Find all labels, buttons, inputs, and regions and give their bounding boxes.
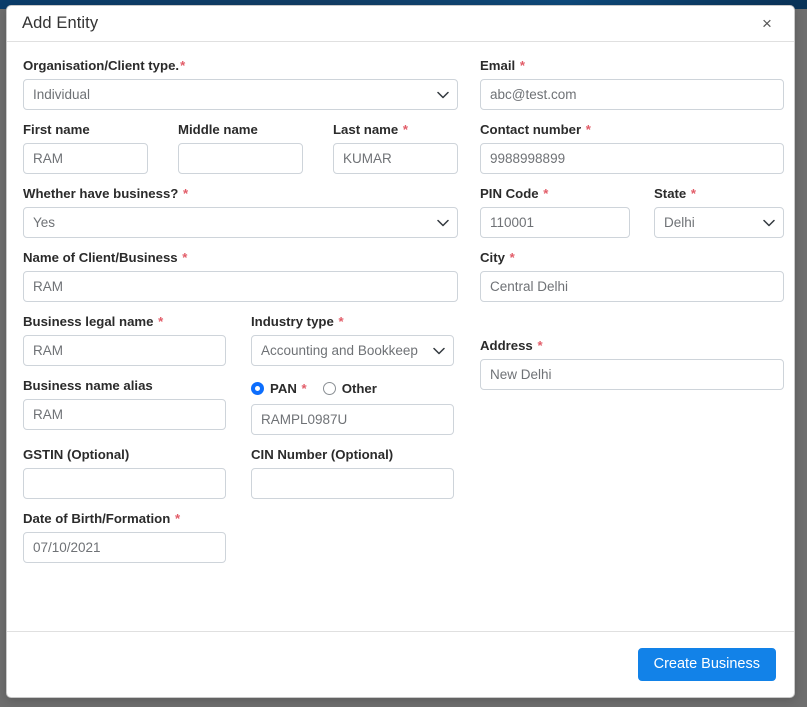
label-state: State * xyxy=(654,186,697,201)
business-legal-name-input[interactable]: RAM xyxy=(23,335,226,366)
label-org-type: Organisation/Client type.* xyxy=(23,58,186,73)
label-client-business-name: Name of Client/Business * xyxy=(23,250,188,265)
required-marker: * xyxy=(585,122,591,137)
field-pin-code: PIN Code * 110001 xyxy=(480,186,630,238)
whether-business-select-wrap[interactable]: Yes xyxy=(23,207,458,238)
gstin-input[interactable] xyxy=(23,468,226,499)
field-business-legal-name: Business legal name * RAM xyxy=(23,314,226,366)
field-state: State * Delhi xyxy=(654,186,784,238)
label-pin-code: PIN Code * xyxy=(480,186,549,201)
required-marker: * xyxy=(183,186,189,201)
label-city: City * xyxy=(480,250,515,265)
required-marker: * xyxy=(509,250,515,265)
field-gstin: GSTIN (Optional) xyxy=(23,447,226,499)
legal-name-industry-row: Business legal name * RAM Industry type … xyxy=(23,314,458,378)
label-business-name-alias: Business name alias xyxy=(23,378,153,393)
id-type-radio-group: PAN * Other xyxy=(251,378,454,398)
city-input[interactable]: Central Delhi xyxy=(480,271,784,302)
dialog-body: Organisation/Client type.* Individual Fi… xyxy=(7,42,794,631)
state-select-wrap[interactable]: Delhi xyxy=(654,207,784,238)
name-row: First name RAM Middle name Last name * K… xyxy=(23,122,458,186)
field-cin: CIN Number (Optional) xyxy=(251,447,454,499)
field-address: Address * New Delhi xyxy=(480,338,784,390)
gstin-cin-row: GSTIN (Optional) CIN Number (Optional) xyxy=(23,447,458,511)
radio-icon-other[interactable] xyxy=(322,381,336,395)
right-column: Email * abc@test.com Contact number * 99… xyxy=(480,58,784,631)
label-address: Address * xyxy=(480,338,543,353)
last-name-input[interactable]: KUMAR xyxy=(333,143,458,174)
field-city: City * Central Delhi xyxy=(480,250,784,302)
field-email: Email * abc@test.com xyxy=(480,58,784,110)
label-last-name: Last name * xyxy=(333,122,409,137)
pan-number-input[interactable]: RAMPL0987U xyxy=(251,404,454,435)
label-email: Email * xyxy=(480,58,525,73)
pin-code-input[interactable]: 110001 xyxy=(480,207,630,238)
radio-icon-pan[interactable] xyxy=(251,381,264,395)
close-icon[interactable]: × xyxy=(756,13,778,35)
required-marker: * xyxy=(519,58,525,73)
field-first-name: First name RAM xyxy=(23,122,148,174)
first-name-input[interactable]: RAM xyxy=(23,143,148,174)
client-business-name-input[interactable]: RAM xyxy=(23,271,458,302)
state-select[interactable]: Delhi xyxy=(654,207,784,238)
label-whether-business: Whether have business? * xyxy=(23,186,189,201)
field-dob: Date of Birth/Formation * 07/10/2021 xyxy=(23,511,226,563)
contact-number-input[interactable]: 9988998899 xyxy=(480,143,784,174)
label-industry-type: Industry type * xyxy=(251,314,344,329)
label-gstin: GSTIN (Optional) xyxy=(23,447,130,462)
dialog-title: Add Entity xyxy=(22,14,99,32)
field-industry-type: Industry type * Accounting and Bookkeep xyxy=(251,314,454,366)
pin-state-row: PIN Code * 110001 State * Delhi xyxy=(480,186,784,250)
required-marker: * xyxy=(301,380,307,396)
required-marker: * xyxy=(402,122,409,137)
radio-option-pan[interactable]: PAN * xyxy=(251,381,307,396)
cin-input[interactable] xyxy=(251,468,454,499)
whether-business-select[interactable]: Yes xyxy=(23,207,458,238)
label-dob: Date of Birth/Formation * xyxy=(23,511,181,526)
dialog-header: Add Entity × xyxy=(7,6,794,42)
field-org-type: Organisation/Client type.* Individual xyxy=(23,58,458,110)
required-marker: * xyxy=(158,314,164,329)
required-marker: * xyxy=(537,338,543,353)
dialog-footer: Create Business xyxy=(7,631,794,697)
required-marker: * xyxy=(690,186,697,201)
industry-type-select[interactable]: Accounting and Bookkeep xyxy=(251,335,454,366)
right-column-spacer xyxy=(480,314,784,338)
field-last-name: Last name * KUMAR xyxy=(333,122,458,174)
dob-input[interactable]: 07/10/2021 xyxy=(23,532,226,563)
required-marker: * xyxy=(180,58,186,73)
create-business-button[interactable]: Create Business xyxy=(637,647,776,682)
add-entity-dialog: Add Entity × Organisation/Client type.* … xyxy=(6,5,795,698)
org-type-select[interactable]: Individual xyxy=(23,79,458,110)
radio-label-other: Other xyxy=(341,380,377,396)
label-business-legal-name: Business legal name * xyxy=(23,314,164,329)
required-marker: * xyxy=(543,186,549,201)
radio-option-other[interactable]: Other xyxy=(322,380,377,396)
required-marker: * xyxy=(174,511,181,526)
business-name-alias-input[interactable]: RAM xyxy=(23,399,226,430)
left-column: Organisation/Client type.* Individual Fi… xyxy=(23,58,458,631)
label-first-name: First name xyxy=(23,122,90,137)
label-cin: CIN Number (Optional) xyxy=(251,447,394,462)
label-contact-number: Contact number * xyxy=(480,122,591,137)
label-middle-name: Middle name xyxy=(178,122,258,137)
middle-name-input[interactable] xyxy=(178,143,303,174)
email-input[interactable]: abc@test.com xyxy=(480,79,784,110)
field-contact-number: Contact number * 9988998899 xyxy=(480,122,784,174)
field-id-type: PAN * Other RAMPL0987U xyxy=(251,378,454,435)
radio-label-pan: PAN * xyxy=(270,380,307,396)
required-marker: * xyxy=(182,250,188,265)
field-client-business-name: Name of Client/Business * RAM xyxy=(23,250,458,302)
field-whether-business: Whether have business? * Yes xyxy=(23,186,458,238)
address-input[interactable]: New Delhi xyxy=(480,359,784,390)
required-marker: * xyxy=(338,314,344,329)
org-type-select-wrap[interactable]: Individual xyxy=(23,79,458,110)
industry-type-select-wrap[interactable]: Accounting and Bookkeep xyxy=(251,335,454,366)
field-middle-name: Middle name xyxy=(178,122,303,174)
field-business-name-alias: Business name alias RAM xyxy=(23,378,226,435)
alias-idtype-row: Business name alias RAM PAN * Other RAMP… xyxy=(23,378,458,447)
